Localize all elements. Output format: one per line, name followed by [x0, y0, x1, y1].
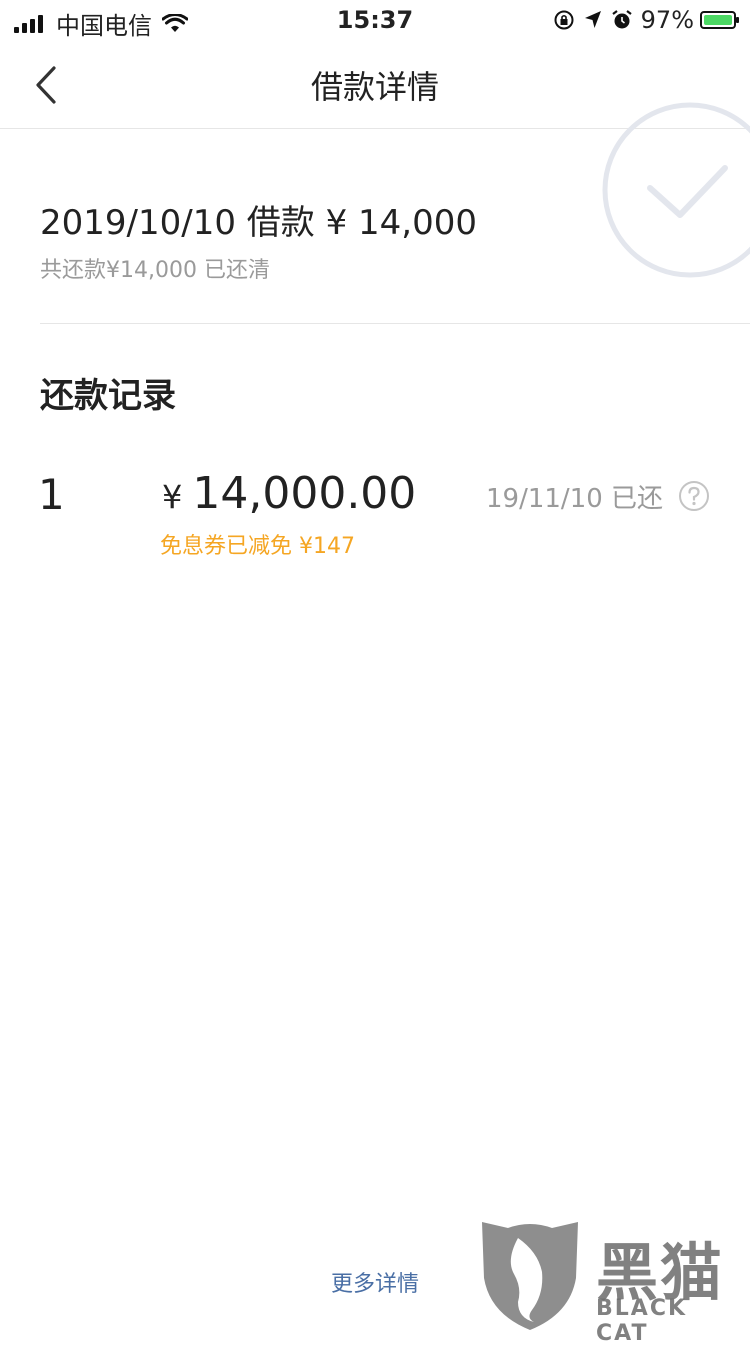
- check-circle-icon: [602, 102, 750, 278]
- battery-fill: [704, 15, 732, 25]
- battery-percent: 97%: [640, 6, 694, 34]
- record-date-status: 19/11/10 已还: [486, 484, 664, 514]
- alarm-icon: [611, 10, 632, 29]
- record-amount: ¥14,000.00: [162, 468, 416, 519]
- record-discount: 免息券已减免 ¥147: [160, 534, 355, 559]
- loan-summary-title: 2019/10/10 借款 ¥ 14,000: [40, 203, 477, 243]
- question-circle-icon[interactable]: [678, 480, 710, 512]
- battery-icon: [700, 11, 739, 29]
- watermark: 黑猫 BLACK CAT: [478, 1218, 748, 1346]
- status-bar: 中国电信 15:37 97%: [0, 0, 750, 40]
- currency-symbol: ¥: [162, 478, 183, 516]
- record-amount-value: 14,000.00: [192, 468, 417, 519]
- rotation-lock-icon: [554, 10, 574, 30]
- record-index: 1: [38, 470, 65, 519]
- status-right: 97%: [553, 6, 739, 34]
- watermark-en: BLACK CAT: [596, 1296, 688, 1346]
- divider: [40, 323, 750, 324]
- location-icon: [584, 11, 601, 28]
- repayment-record-row: 1 ¥14,000.00 19/11/10 已还 免息券已减免 ¥147: [0, 460, 750, 580]
- loan-summary-subtitle: 共还款¥14,000 已还清: [40, 258, 270, 283]
- black-cat-logo-icon: [482, 1222, 578, 1330]
- repayment-records-title: 还款记录: [40, 376, 176, 416]
